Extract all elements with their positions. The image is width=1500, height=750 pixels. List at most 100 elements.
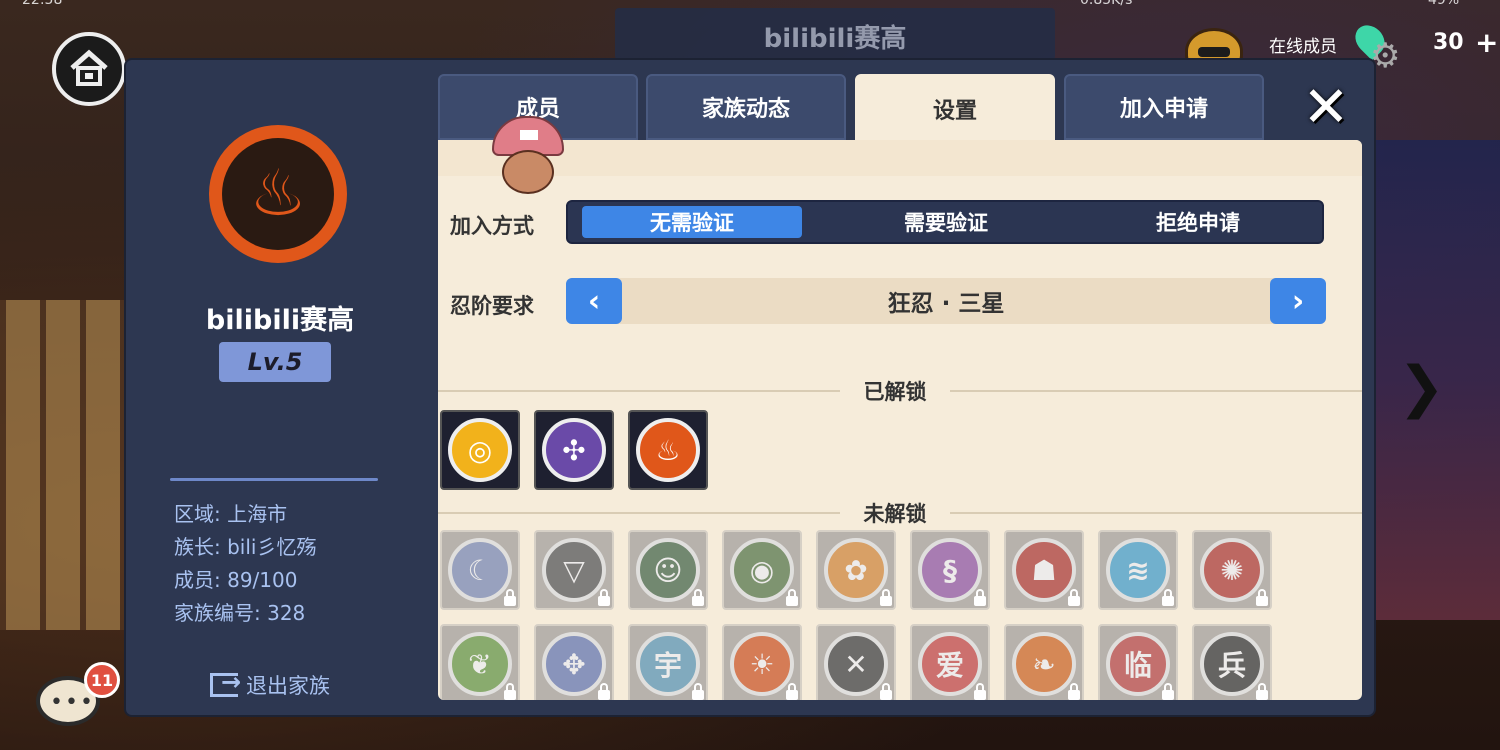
chopper-mascot — [488, 116, 568, 198]
kanji-sora-emblem-icon[interactable]: 宇 — [628, 624, 708, 700]
close-icon[interactable]: ✕ — [1298, 80, 1354, 136]
clan-region: 区域: 上海市 — [174, 502, 288, 526]
background-lattice — [0, 300, 125, 630]
ghost-emblem-icon[interactable]: ☺ — [628, 530, 708, 610]
sun-swirl-emblem-icon[interactable]: ◎ — [440, 410, 520, 490]
bamboo-emblem-icon[interactable]: ❦ — [440, 624, 520, 700]
crossed-swords-emblem-icon[interactable]: ✕ — [816, 624, 896, 700]
chat-dots: ••• — [50, 690, 95, 715]
lock-icon — [786, 589, 798, 606]
locked-label: 未解锁 — [863, 502, 927, 526]
phoenix-emblem-icon[interactable]: ❧ — [1004, 624, 1084, 700]
kunai-emblem-icon[interactable]: ✥ — [534, 624, 614, 700]
lock-icon — [504, 683, 516, 700]
lock-icon — [504, 589, 516, 606]
chat-unread-badge: 11 — [84, 662, 120, 698]
gear-icon[interactable]: ⚙ — [1370, 38, 1406, 74]
top-banner: bilibili赛高 — [615, 8, 1055, 60]
emblem-badge: ◉ — [730, 538, 794, 602]
emblem-badge: ☺ — [636, 538, 700, 602]
spiral-emblem-icon[interactable]: ◉ — [722, 530, 802, 610]
plus-icon[interactable]: + — [1475, 26, 1498, 59]
kanji-hei-emblem-icon[interactable]: 兵 — [1192, 624, 1272, 700]
emblem-badge: ▽ — [542, 538, 606, 602]
tab-join-requests[interactable]: 加入申请 — [1064, 74, 1264, 140]
tab-settings[interactable]: 设置 — [855, 74, 1055, 144]
clan-id: 家族编号: 328 — [174, 601, 306, 625]
emblem-badge: ◎ — [448, 418, 512, 482]
clan-panel: ♨ bilibili赛高 Lv.5 区域: 上海市 族长: bili彡忆殇 成员… — [126, 60, 1374, 715]
oni-emblem-icon[interactable]: ☗ — [1004, 530, 1084, 610]
join-method-selector: 无需验证 需要验证 拒绝申请 — [566, 200, 1324, 244]
unlocked-label: 已解锁 — [863, 380, 927, 404]
emblem-badge: § — [918, 538, 982, 602]
lock-icon — [692, 589, 704, 606]
lock-icon — [786, 683, 798, 700]
wave-emblem-icon[interactable]: ≋ — [1098, 530, 1178, 610]
rank-requirement-value: 狂忍 · 三星 — [887, 291, 1005, 317]
lock-icon — [598, 589, 610, 606]
rank-requirement-stepper: ‹ 狂忍 · 三星 › — [566, 278, 1326, 324]
lock-icon — [1256, 683, 1268, 700]
emblem-badge: 兵 — [1200, 632, 1264, 696]
emblem-badge: ✺ — [1200, 538, 1264, 602]
question-swirl-emblem-icon[interactable]: § — [910, 530, 990, 610]
emblem-badge: ♨ — [636, 418, 700, 482]
emblem-badge: ✕ — [824, 632, 888, 696]
tab-clan-news[interactable]: 家族动态 — [646, 74, 846, 140]
join-method-label: 加入方式 — [450, 214, 534, 238]
clan-name: bilibili赛高 — [205, 305, 355, 336]
quit-clan-button[interactable]: 退出家族 — [210, 668, 330, 700]
emblem-badge: ✿ — [824, 538, 888, 602]
quit-clan-label: 退出家族 — [246, 674, 330, 698]
clan-emblem-icon: ♨ — [209, 125, 347, 263]
chevron-right-icon[interactable]: ❯ — [1398, 355, 1445, 420]
mask-emblem-icon[interactable]: ▽ — [534, 530, 614, 610]
clan-members: 成员: 89/100 — [174, 568, 298, 592]
flame-emblem-icon[interactable]: ♨ — [628, 410, 708, 490]
three-tomoe-emblem-icon[interactable]: ✣ — [534, 410, 614, 490]
join-option-reject[interactable]: 拒绝申请 — [1088, 206, 1308, 238]
status-battery: 49% — [1428, 0, 1460, 8]
emblem-badge: ❦ — [448, 632, 512, 696]
pig-emblem-icon[interactable]: ✿ — [816, 530, 896, 610]
home-button[interactable] — [52, 32, 126, 106]
unlocked-section-header: 已解锁 — [438, 376, 1362, 406]
chat-button[interactable]: ••• 11 — [36, 662, 120, 730]
lock-icon — [598, 683, 610, 700]
kanji-rin-emblem-icon[interactable]: 临 — [1098, 624, 1178, 700]
join-option-verify[interactable]: 需要验证 — [836, 206, 1056, 238]
lock-icon — [974, 683, 986, 700]
lock-icon — [1068, 589, 1080, 606]
emblem-badge: ☗ — [1012, 538, 1076, 602]
moon-emblem-icon[interactable]: ☾ — [440, 530, 520, 610]
clan-level-badge: Lv.5 — [219, 342, 331, 382]
online-members-label: 在线成员 — [1269, 37, 1337, 57]
tomoe-emblem-icon[interactable]: ✺ — [1192, 530, 1272, 610]
settings-content: 加入方式 无需验证 需要验证 拒绝申请 忍阶要求 ‹ 狂忍 · 三星 › 已解锁… — [438, 140, 1362, 700]
kanji-love-emblem-icon[interactable]: 爱 — [910, 624, 990, 700]
join-option-no-verify[interactable]: 无需验证 — [582, 206, 802, 238]
clan-info-list: 区域: 上海市 族长: bili彡忆殇 成员: 89/100 家族编号: 328 — [174, 498, 316, 630]
locked-section-header: 未解锁 — [438, 498, 1362, 528]
chevron-right-small-icon[interactable]: › — [1270, 278, 1326, 324]
divider — [170, 478, 378, 481]
emblem-badge: ☀ — [730, 632, 794, 696]
rank-requirement-label: 忍阶要求 — [450, 294, 534, 318]
exit-icon — [210, 668, 241, 697]
lock-icon — [880, 589, 892, 606]
chevron-left-icon[interactable]: ‹ — [566, 278, 622, 324]
emblem-badge: 临 — [1106, 632, 1170, 696]
lock-icon — [880, 683, 892, 700]
section-line — [950, 390, 1362, 392]
lock-icon — [1256, 589, 1268, 606]
fire-wave-emblem-icon[interactable]: ☀ — [722, 624, 802, 700]
status-time: 22:58 — [22, 0, 63, 8]
content-header-strip — [438, 140, 1362, 176]
emblem-badge: 宇 — [636, 632, 700, 696]
section-line — [438, 390, 840, 392]
section-line — [950, 512, 1362, 514]
lock-icon — [974, 589, 986, 606]
lock-icon — [692, 683, 704, 700]
emblem-badge: ✥ — [542, 632, 606, 696]
